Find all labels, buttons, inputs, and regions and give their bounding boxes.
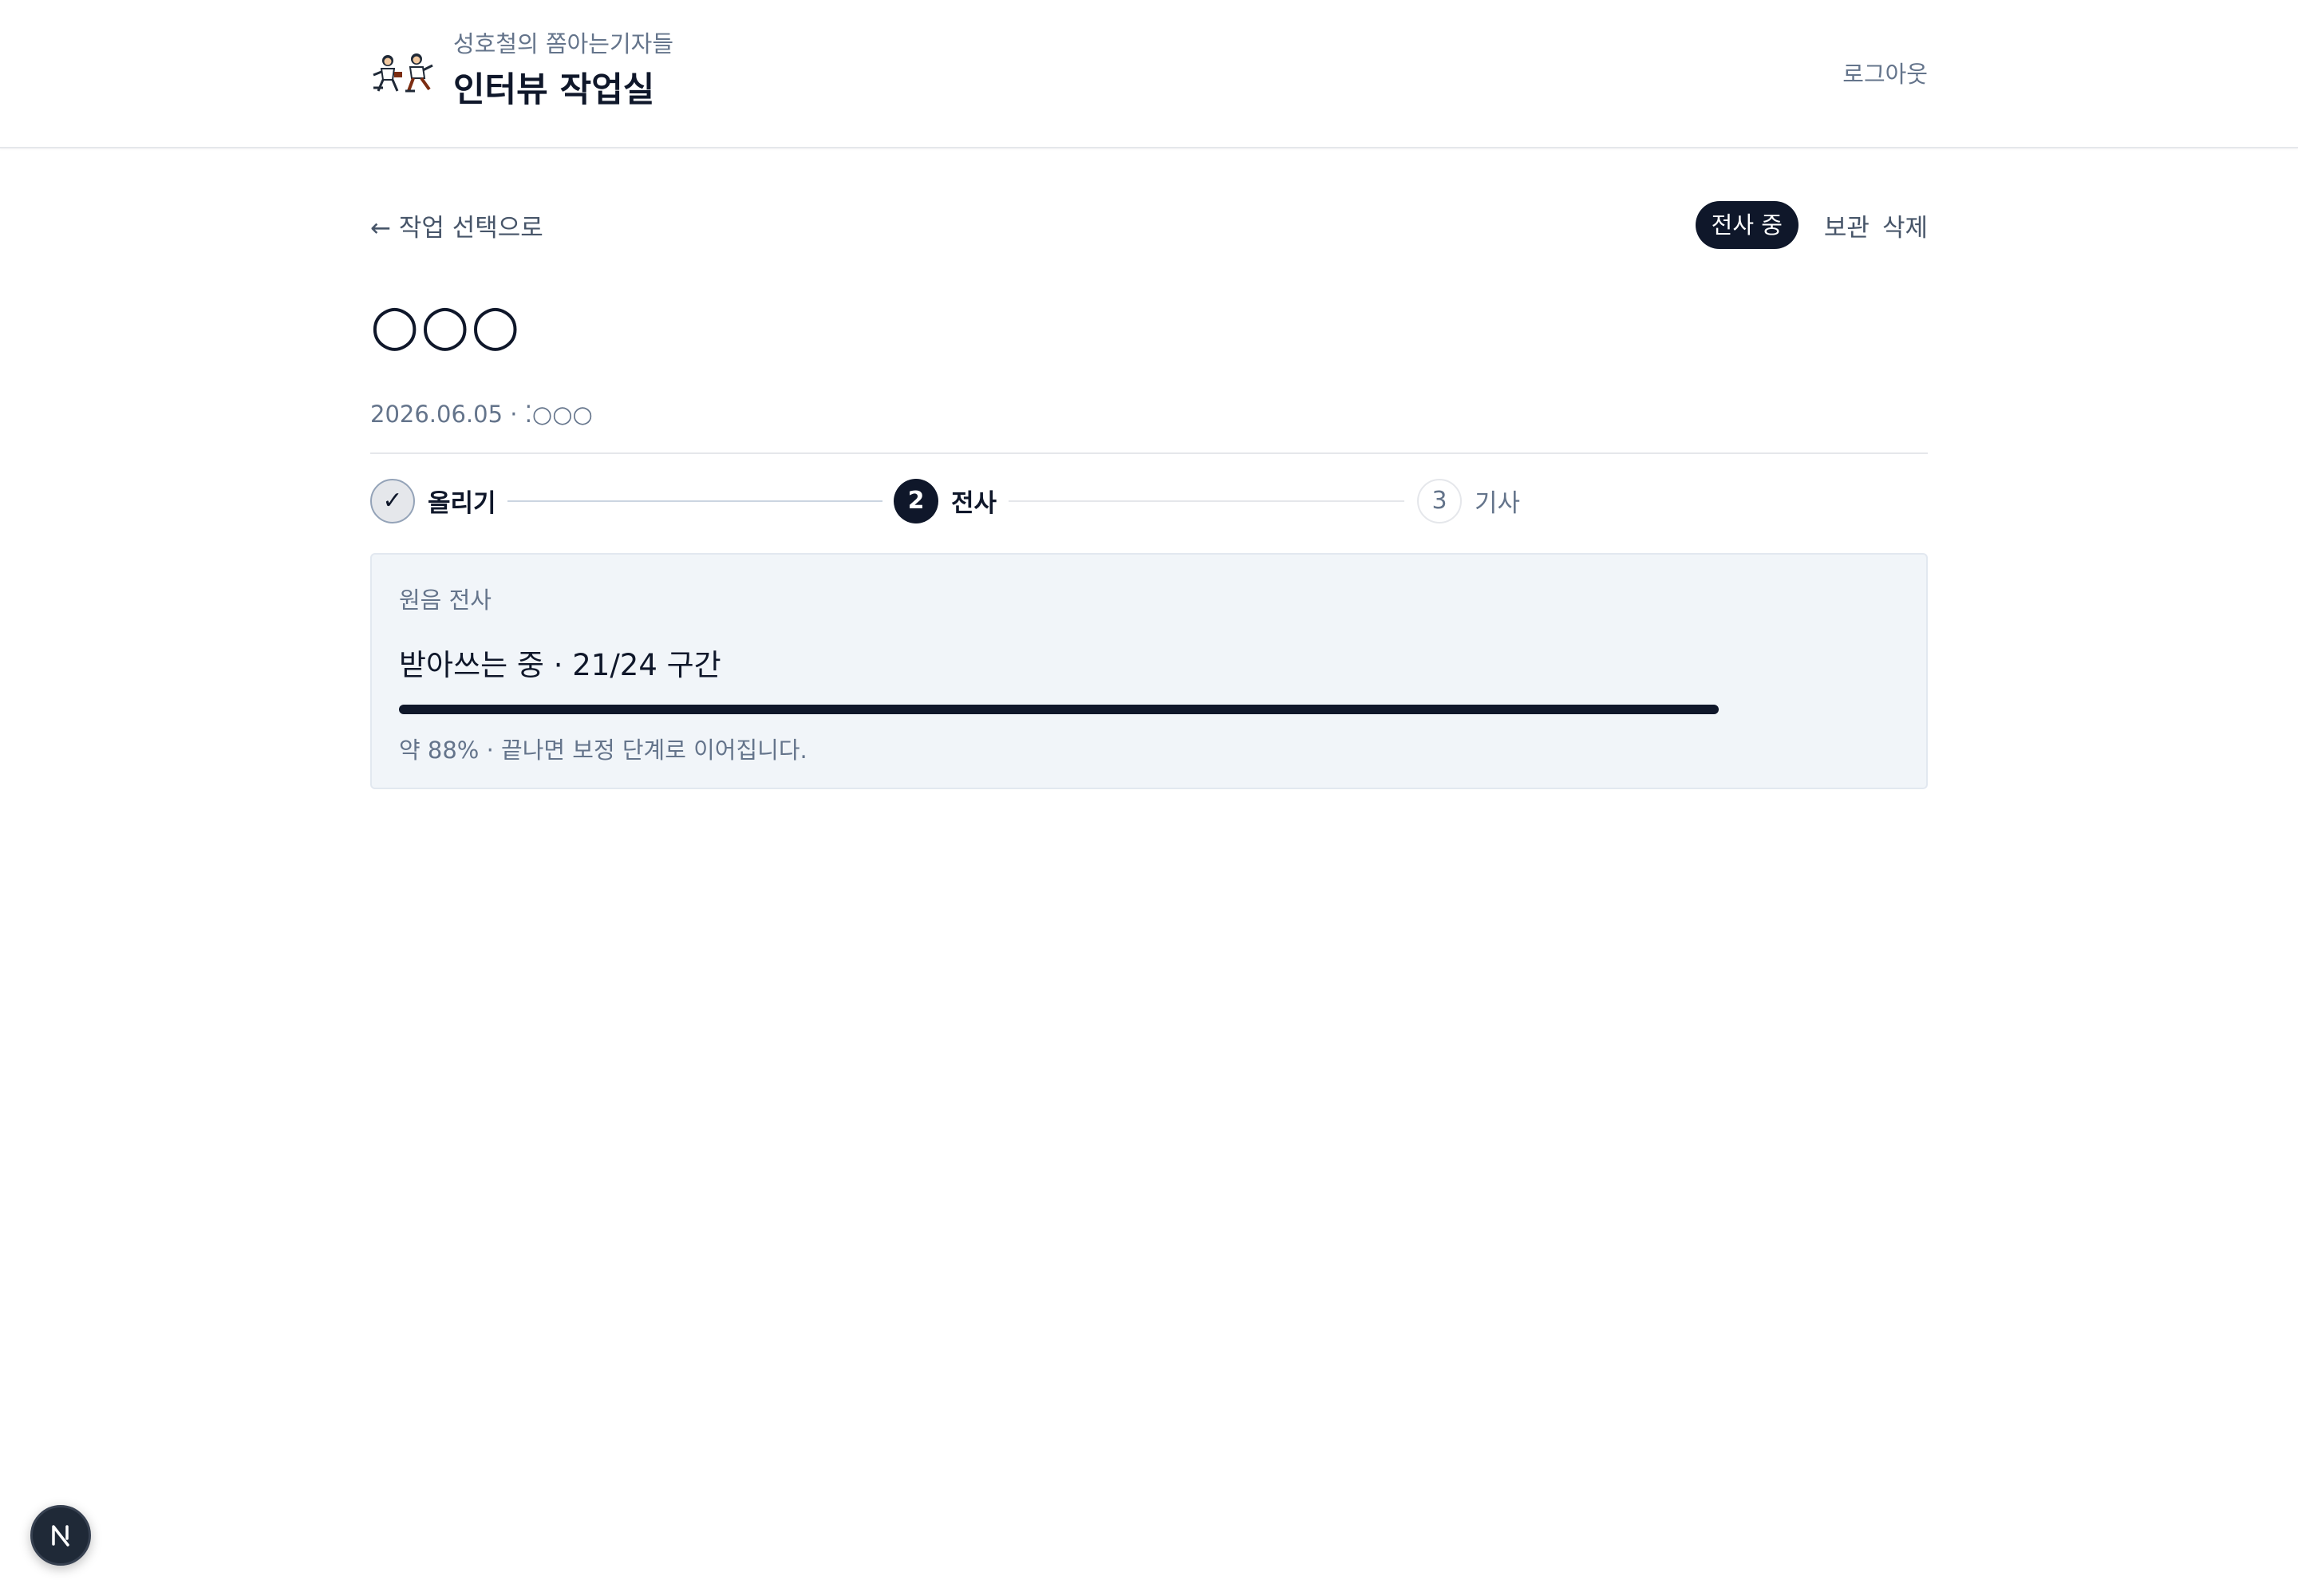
nextjs-n-icon[interactable] <box>30 1505 91 1566</box>
status-badge: 전사 중 <box>1695 201 1799 249</box>
site-header: 성호철의 쫌아는기자들 인터뷰 작업실 로그아웃 <box>0 0 2298 148</box>
main-content: ← 작업 선택으로 전사 중 보관 삭제 ○○○ 2026.06.05 · ⁚○… <box>370 148 1928 789</box>
job-actions: 전사 중 보관 삭제 <box>1695 201 1928 249</box>
step-connector <box>1009 500 1404 502</box>
brand[interactable]: 성호철의 쫌아는기자들 인터뷰 작업실 <box>370 27 673 115</box>
stepper: ✓ 올리기 2 전사 3 기사 <box>370 454 1928 553</box>
toolbar: ← 작업 선택으로 전사 중 보관 삭제 <box>370 148 1928 251</box>
reporters-logo-icon <box>373 53 433 93</box>
logout-button[interactable]: 로그아웃 <box>1842 56 1928 89</box>
progress-bar <box>399 704 1899 714</box>
delete-button[interactable]: 삭제 <box>1882 207 1928 243</box>
step-number: 3 <box>1417 478 1462 523</box>
check-icon: ✓ <box>370 478 415 523</box>
progress-note: 약 88% · 끝나면 보정 단계로 이어집니다. <box>399 736 807 764</box>
transcription-status: 받아쓰는 중 · 21/24 구간 <box>399 647 721 682</box>
brand-title: 인터뷰 작업실 <box>453 70 655 110</box>
step-label: 올리기 <box>428 489 496 519</box>
step-upload[interactable]: ✓ 올리기 <box>370 478 496 523</box>
page-title: ○○○ <box>370 292 522 358</box>
step-number: 2 <box>894 478 938 523</box>
section-label: 원음 전사 <box>399 586 492 614</box>
brand-subtitle: 성호철의 쫌아는기자들 <box>453 30 674 57</box>
transcription-card: 원음 전사 받아쓰는 중 · 21/24 구간 약 88% · 끝나면 보정 단… <box>370 552 1928 789</box>
n-glyph-icon <box>52 1525 69 1547</box>
interview-meta: 2026.06.05 · ⁚○○○ <box>370 400 593 428</box>
back-to-jobs-link[interactable]: ← 작업 선택으로 <box>370 207 543 243</box>
step-article[interactable]: 3 기사 <box>1417 478 1521 523</box>
archive-button[interactable]: 보관 <box>1824 207 1870 243</box>
step-connector <box>507 500 882 502</box>
step-label: 전사 <box>951 489 997 519</box>
step-label: 기사 <box>1475 489 1521 519</box>
progress-fill <box>399 704 1719 714</box>
step-transcribe[interactable]: 2 전사 <box>894 478 997 523</box>
